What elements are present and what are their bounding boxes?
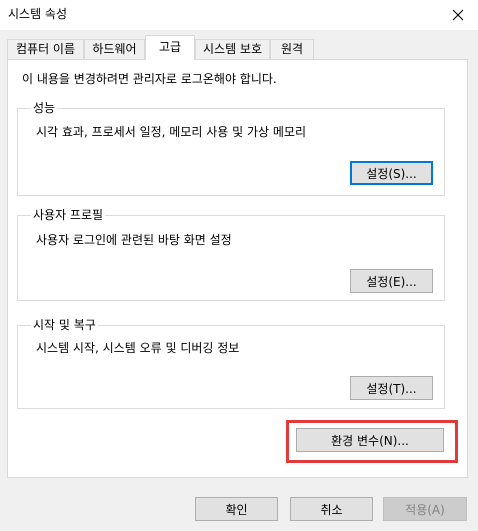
tab-hardware[interactable]: 하드웨어 <box>84 39 145 59</box>
ok-button[interactable]: 확인 <box>195 497 278 521</box>
startup-recovery-description: 시스템 시작, 시스템 오류 및 디버깅 정보 <box>36 341 240 355</box>
admin-notice: 이 내용을 변경하려면 관리자로 로그온해야 합니다. <box>22 72 277 86</box>
tab-remote[interactable]: 원격 <box>270 39 314 59</box>
startup-recovery-settings-button[interactable]: 설정(T)... <box>350 376 433 400</box>
performance-group-label: 성능 <box>31 101 58 115</box>
title-bar: 시스템 속성 <box>0 0 478 30</box>
user-profiles-description: 사용자 로그인에 관련된 바탕 화면 설정 <box>36 233 232 247</box>
tab-advanced[interactable]: 고급 <box>145 35 195 60</box>
tab-system-protection[interactable]: 시스템 보호 <box>195 39 270 59</box>
performance-settings-button[interactable]: 설정(S)... <box>350 161 433 185</box>
system-properties-window: 시스템 속성 컴퓨터 이름 하드웨어 고급 시스템 보호 원격 이 내용을 변경… <box>0 0 478 531</box>
apply-button[interactable]: 적용(A) <box>383 497 467 521</box>
user-profiles-group-label: 사용자 프로필 <box>31 208 106 222</box>
environment-variables-button[interactable]: 환경 변수(N)... <box>296 428 444 452</box>
user-profiles-settings-button[interactable]: 설정(E)... <box>350 269 433 293</box>
close-button[interactable] <box>438 0 478 30</box>
tab-computer-name[interactable]: 컴퓨터 이름 <box>7 39 84 59</box>
performance-description: 시각 효과, 프로세서 일정, 메모리 사용 및 가상 메모리 <box>36 125 306 139</box>
window-title: 시스템 속성 <box>8 7 68 21</box>
startup-recovery-group-label: 시작 및 복구 <box>31 318 98 332</box>
cancel-button[interactable]: 취소 <box>290 497 373 521</box>
close-icon <box>452 9 464 21</box>
